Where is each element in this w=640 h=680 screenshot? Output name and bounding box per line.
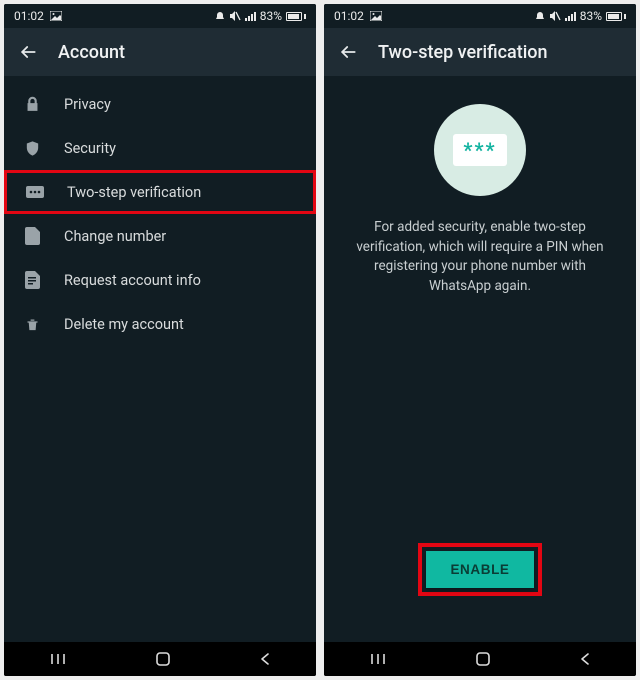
menu-label: Security xyxy=(64,140,116,157)
phone-right: 01:02 83% Two-step verification xyxy=(324,4,636,676)
menu-label: Request account info xyxy=(64,272,201,289)
menu-label: Two-step verification xyxy=(67,184,201,201)
navbar xyxy=(324,642,636,676)
recents-button[interactable] xyxy=(368,652,388,666)
shield-icon xyxy=(22,140,42,157)
phone-left: 01:02 83% Account xyxy=(4,4,316,676)
appbar: Two-step verification xyxy=(324,28,636,76)
enable-button[interactable]: ENABLE xyxy=(426,551,533,588)
back-nav-button[interactable] xyxy=(258,652,272,666)
navbar xyxy=(4,642,316,676)
menu-item-request-info[interactable]: Request account info xyxy=(4,258,316,302)
hero-graphic: *** xyxy=(434,104,526,196)
menu-item-privacy[interactable]: Privacy xyxy=(4,82,316,126)
account-menu: Privacy Security Two-step verification C… xyxy=(4,76,316,642)
lock-icon xyxy=(22,96,42,113)
battery-pct: 83% xyxy=(580,9,602,23)
statusbar: 01:02 83% xyxy=(324,4,636,28)
statusbar: 01:02 83% xyxy=(4,4,316,28)
signal-icon xyxy=(245,11,256,21)
alarm-icon xyxy=(215,11,225,21)
recents-button[interactable] xyxy=(48,652,68,666)
mute-icon xyxy=(229,11,241,21)
menu-label: Change number xyxy=(64,228,166,245)
two-step-content: *** For added security, enable two-step … xyxy=(324,76,636,642)
sim-icon xyxy=(22,227,42,245)
picture-icon xyxy=(50,11,62,21)
status-time: 01:02 xyxy=(334,9,364,23)
picture-icon xyxy=(370,11,382,21)
signal-icon xyxy=(565,11,576,21)
pin-icon xyxy=(25,186,45,198)
home-button[interactable] xyxy=(475,651,491,667)
appbar: Account xyxy=(4,28,316,76)
page-title: Account xyxy=(58,42,125,63)
back-button[interactable] xyxy=(18,42,38,62)
back-nav-button[interactable] xyxy=(578,652,592,666)
trash-icon xyxy=(22,316,42,333)
alarm-icon xyxy=(535,11,545,21)
menu-item-security[interactable]: Security xyxy=(4,126,316,170)
pin-graphic: *** xyxy=(453,134,507,166)
pin-stars: *** xyxy=(463,138,496,162)
menu-label: Delete my account xyxy=(64,316,184,333)
highlight-box: ENABLE xyxy=(418,543,541,596)
menu-item-delete-account[interactable]: Delete my account xyxy=(4,302,316,346)
page-title: Two-step verification xyxy=(378,42,548,63)
description-text: For added security, enable two-step veri… xyxy=(346,218,614,296)
home-button[interactable] xyxy=(155,651,171,667)
menu-item-two-step[interactable]: Two-step verification xyxy=(4,170,316,214)
status-time: 01:02 xyxy=(14,9,44,23)
battery-icon xyxy=(606,12,626,21)
back-button[interactable] xyxy=(338,42,358,62)
battery-pct: 83% xyxy=(260,9,282,23)
menu-label: Privacy xyxy=(64,96,111,113)
document-icon xyxy=(22,271,42,289)
mute-icon xyxy=(549,11,561,21)
battery-icon xyxy=(286,12,306,21)
menu-item-change-number[interactable]: Change number xyxy=(4,214,316,258)
